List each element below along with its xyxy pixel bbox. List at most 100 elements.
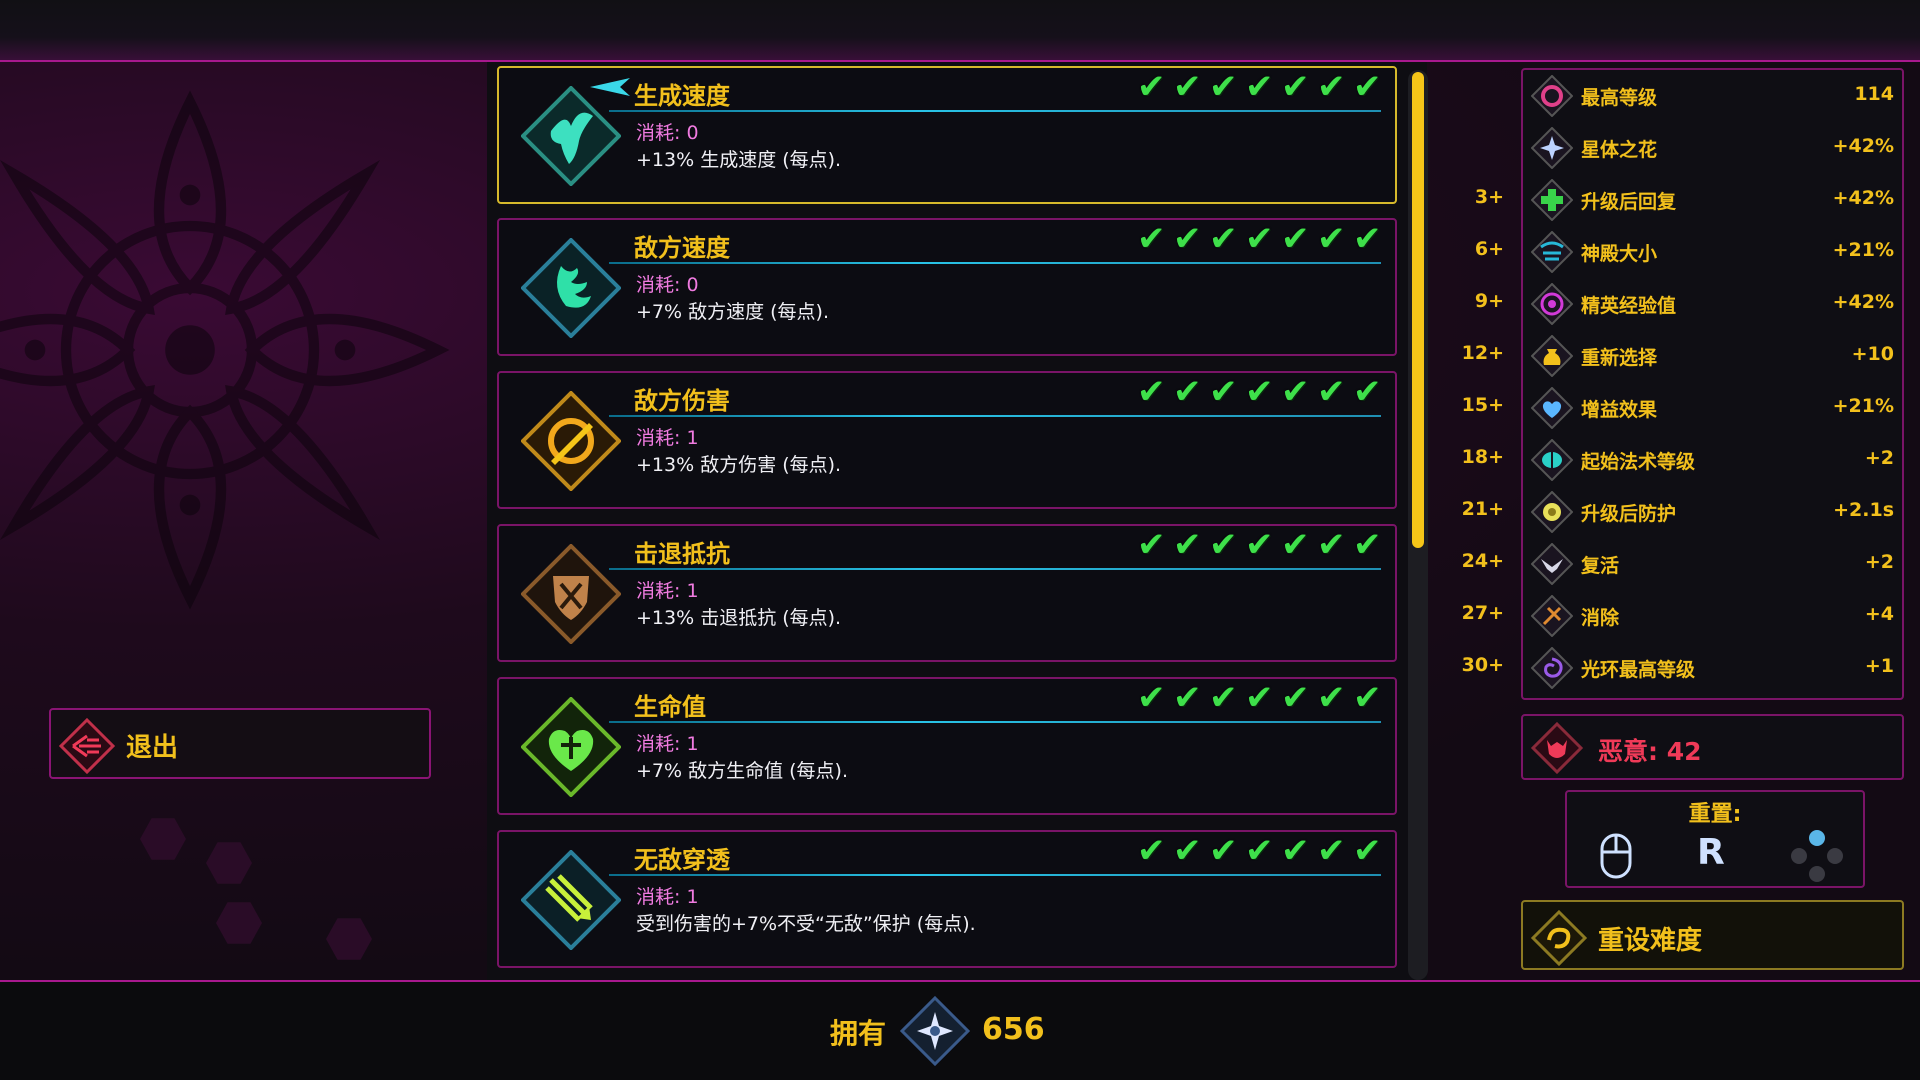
check-icon[interactable]: ✔ [1353,70,1389,104]
check-icon[interactable]: ✔ [1317,681,1353,715]
check-icon[interactable]: ✔ [1245,834,1281,868]
stat-requirement: 21+ [1461,498,1504,520]
stat-row: 30+ 光环最高等级 +1 [1462,642,1904,694]
upgrade-card-enemy-speed[interactable]: 敌方速度 消耗: 0 +7% 敌方速度 (每点). ✔ ✔ ✔ ✔ ✔ ✔ ✔ [497,218,1397,356]
upgrade-card-spawn-rate[interactable]: 生成速度 消耗: 0 +13% 生成速度 (每点). ✔ ✔ ✔ ✔ ✔ ✔ ✔ [497,66,1397,204]
wing-icon [521,238,621,338]
stat-value: +10 [1851,343,1894,365]
exit-button[interactable]: 退出 [49,708,431,779]
upgrade-description: +13% 击退抵抗 (每点). [636,607,842,629]
stat-row: 15+ 增益效果 +21% [1462,382,1904,434]
check-icon[interactable]: ✔ [1173,834,1209,868]
upgrade-card-enemy-damage[interactable]: 敌方伤害 消耗: 1 +13% 敌方伤害 (每点). ✔ ✔ ✔ ✔ ✔ ✔ ✔ [497,371,1397,509]
malice-label: 恶意: 42 [1598,737,1702,766]
stat-requirement: 12+ [1461,342,1504,364]
check-icon[interactable]: ✔ [1317,222,1353,256]
heart-wings-icon [1531,387,1573,429]
check-icon[interactable]: ✔ [1209,222,1245,256]
check-icon[interactable]: ✔ [1281,70,1317,104]
heart-icon [521,697,621,797]
stat-name: 升级后回复 [1581,191,1677,213]
aura-icon [1531,647,1573,689]
flower-icon [1531,127,1573,169]
reset-controls[interactable]: 重置: R [1565,790,1865,888]
stat-requirement: 15+ [1461,394,1504,416]
check-icon[interactable]: ✔ [1245,528,1281,562]
check-icon[interactable]: ✔ [1173,681,1209,715]
check-icon[interactable]: ✔ [1281,528,1317,562]
stat-value: +21% [1832,395,1894,417]
check-icon[interactable]: ✔ [1353,222,1389,256]
check-icon[interactable]: ✔ [1353,681,1389,715]
stat-name: 增益效果 [1581,399,1658,421]
check-icon[interactable]: ✔ [1281,222,1317,256]
check-icon[interactable]: ✔ [1281,375,1317,409]
upgrade-level-checks[interactable]: ✔ ✔ ✔ ✔ ✔ ✔ ✔ [1137,681,1389,715]
stat-row: 最高等级 114 [1521,70,1904,122]
demon-mask-icon [1531,722,1583,774]
reset-difficulty-button[interactable]: 重设难度 [1521,900,1904,970]
upgrade-cost: 消耗: 0 [636,122,699,144]
upgrade-card-knockback-resist[interactable]: 击退抵抗 消耗: 1 +13% 击退抵抗 (每点). ✔ ✔ ✔ ✔ ✔ ✔ ✔ [497,524,1397,662]
upgrade-level-checks[interactable]: ✔ ✔ ✔ ✔ ✔ ✔ ✔ [1137,528,1389,562]
check-icon[interactable]: ✔ [1137,375,1173,409]
upgrade-title: 生成速度 [634,82,730,110]
stat-value: +2.1s [1833,499,1894,521]
shield-flower-icon [1531,491,1573,533]
upgrade-level-checks[interactable]: ✔ ✔ ✔ ✔ ✔ ✔ ✔ [1137,375,1389,409]
upgrade-description: +7% 敌方生命值 (每点). [636,760,849,782]
check-icon[interactable]: ✔ [1317,834,1353,868]
check-icon[interactable]: ✔ [1245,222,1281,256]
upgrade-cost: 消耗: 1 [636,886,699,908]
check-icon[interactable]: ✔ [1173,375,1209,409]
check-icon[interactable]: ✔ [1245,681,1281,715]
check-icon[interactable]: ✔ [1209,375,1245,409]
scrollbar-thumb[interactable] [1412,72,1424,548]
exit-arrow-icon [59,718,115,774]
check-icon[interactable]: ✔ [1137,681,1173,715]
check-icon[interactable]: ✔ [1209,528,1245,562]
check-icon[interactable]: ✔ [1209,834,1245,868]
check-icon[interactable]: ✔ [1245,70,1281,104]
upgrade-description: +7% 敌方速度 (每点). [636,301,830,323]
check-icon[interactable]: ✔ [1353,834,1389,868]
check-icon[interactable]: ✔ [1281,834,1317,868]
upgrade-level-checks[interactable]: ✔ ✔ ✔ ✔ ✔ ✔ ✔ [1137,222,1389,256]
check-icon[interactable]: ✔ [1317,528,1353,562]
stat-requirement: 27+ [1461,602,1504,624]
upgrade-level-checks[interactable]: ✔ ✔ ✔ ✔ ✔ ✔ ✔ [1137,70,1389,104]
check-icon[interactable]: ✔ [1173,70,1209,104]
stat-name: 复活 [1581,555,1620,577]
check-icon[interactable]: ✔ [1317,70,1353,104]
check-icon[interactable]: ✔ [1353,528,1389,562]
check-icon[interactable]: ✔ [1137,222,1173,256]
check-icon[interactable]: ✔ [1245,375,1281,409]
check-icon[interactable]: ✔ [1353,375,1389,409]
check-icon[interactable]: ✔ [1137,528,1173,562]
check-icon[interactable]: ✔ [1173,528,1209,562]
stat-requirement: 18+ [1461,446,1504,468]
upgrade-card-health[interactable]: 生命值 消耗: 1 +7% 敌方生命值 (每点). ✔ ✔ ✔ ✔ ✔ ✔ ✔ [497,677,1397,815]
stat-value: +42% [1832,187,1894,209]
check-icon[interactable]: ✔ [1137,834,1173,868]
check-icon[interactable]: ✔ [1317,375,1353,409]
stat-value: +2 [1864,447,1894,469]
stat-name: 精英经验值 [1581,295,1677,317]
title-underline [609,110,1381,112]
stat-name: 升级后防护 [1581,503,1677,525]
upgrade-description: +13% 生成速度 (每点). [636,149,842,171]
upgrade-title: 敌方速度 [634,234,730,262]
stat-row: 9+ 精英经验值 +42% [1475,278,1904,330]
upgrade-description: +13% 敌方伤害 (每点). [636,454,842,476]
upgrade-card-invincibility-pierce[interactable]: 无敌穿透 消耗: 1 受到伤害的+7%不受“无敌”保护 (每点). ✔ ✔ ✔ ✔ ✔ ✔… [497,830,1397,968]
check-icon[interactable]: ✔ [1209,70,1245,104]
stat-requirement: 9+ [1474,290,1504,312]
check-icon[interactable]: ✔ [1209,681,1245,715]
selection-pointer-icon [590,78,630,96]
check-icon[interactable]: ✔ [1173,222,1209,256]
gamepad-buttons-icon [1791,830,1843,882]
shield-icon [521,544,621,644]
check-icon[interactable]: ✔ [1281,681,1317,715]
upgrade-level-checks[interactable]: ✔ ✔ ✔ ✔ ✔ ✔ ✔ [1137,834,1389,868]
check-icon[interactable]: ✔ [1137,70,1173,104]
